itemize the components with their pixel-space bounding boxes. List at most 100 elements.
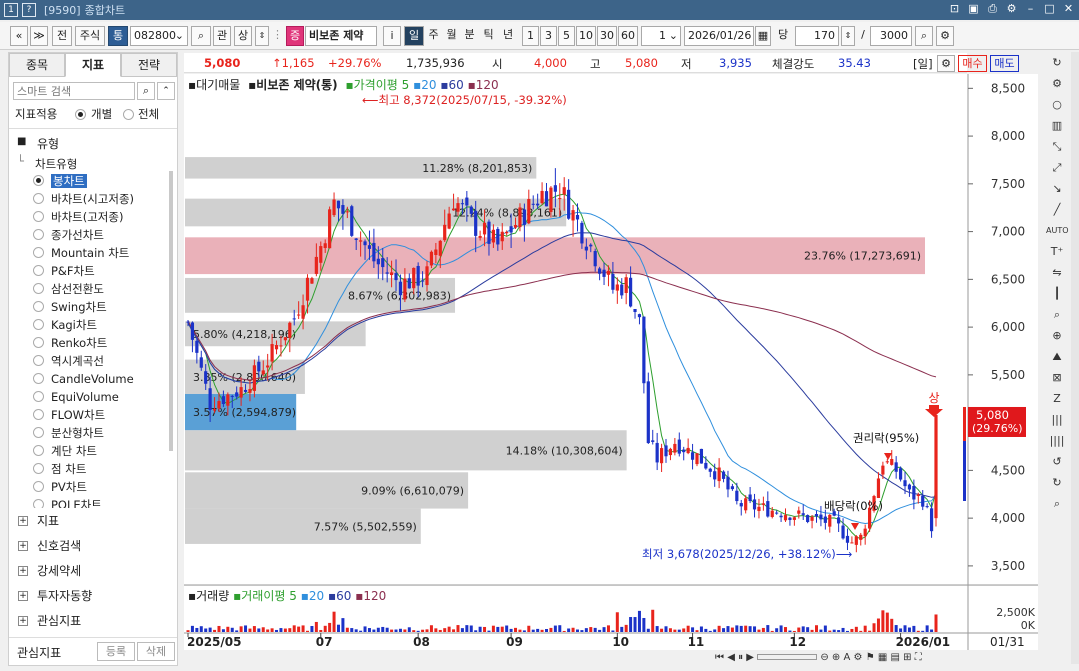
candle-body bbox=[491, 229, 495, 243]
volume-bar bbox=[359, 630, 363, 632]
volume-bar bbox=[319, 629, 323, 632]
magnifier-icon[interactable]: ⌕ bbox=[1046, 494, 1068, 514]
volume-profile-label: 11.28% (8,201,853) bbox=[422, 162, 532, 175]
scroll-next-icon[interactable]: ▶ bbox=[746, 652, 754, 663]
volume-bar bbox=[323, 625, 327, 632]
scroll-prev-icon[interactable]: ◀ bbox=[727, 652, 735, 663]
line-tool-icon[interactable]: ╱ bbox=[1046, 200, 1068, 220]
volume-bar bbox=[469, 625, 473, 632]
zoom-plus-icon[interactable]: ⊕ bbox=[1046, 326, 1068, 346]
candle-body bbox=[425, 266, 429, 286]
candle-body bbox=[770, 510, 774, 517]
cross-tool-icon[interactable]: ⤡ bbox=[1046, 137, 1068, 157]
trend-tool-icon[interactable]: ⤢ bbox=[1046, 158, 1068, 178]
volume-bar bbox=[823, 625, 827, 632]
volume-bar bbox=[301, 625, 305, 632]
volume-bar bbox=[934, 614, 938, 632]
flag-icon[interactable]: ⚑ bbox=[866, 652, 875, 663]
pattern-tool-icon[interactable]: ⇋ bbox=[1046, 263, 1068, 283]
zoom-out-icon[interactable]: ⊖ bbox=[820, 652, 828, 663]
ray-tool-icon[interactable]: ↘ bbox=[1046, 179, 1068, 199]
candle-body bbox=[854, 536, 858, 545]
x-tick-label: 07 bbox=[316, 635, 333, 649]
price-chart[interactable]: 11.28% (8,201,853) 12.24% (8,898,161) 23.7… bbox=[0, 0, 1079, 671]
candle-body bbox=[190, 322, 195, 340]
candle-body bbox=[752, 499, 757, 510]
candle-body bbox=[598, 268, 602, 274]
table-icon[interactable]: ▦ bbox=[878, 652, 887, 663]
candle-body bbox=[606, 270, 611, 275]
auto-tool-icon[interactable]: AUTO bbox=[1046, 221, 1069, 241]
legend-marker: ▪ bbox=[467, 78, 476, 92]
redo-icon[interactable]: ↻ bbox=[1046, 473, 1068, 493]
text-tool-icon[interactable]: A bbox=[844, 652, 851, 663]
zoom-in-icon[interactable]: ⊕ bbox=[832, 652, 840, 663]
candle-body bbox=[531, 203, 535, 205]
volume-bar bbox=[629, 617, 633, 632]
gear-icon[interactable]: ⚙ bbox=[1046, 74, 1068, 94]
candle-body bbox=[575, 214, 580, 220]
candle-tool-icon[interactable]: ┃ bbox=[1046, 284, 1068, 304]
pause-icon[interactable]: ⏸ bbox=[738, 652, 743, 663]
volume-bar bbox=[350, 628, 354, 632]
volume-bar bbox=[288, 628, 292, 632]
volume-bar bbox=[398, 628, 402, 632]
volume-profile-label: 3.57% (2,594,879) bbox=[193, 406, 296, 419]
vertical-scrollbar[interactable] bbox=[1071, 52, 1079, 664]
candle-body bbox=[460, 203, 465, 205]
split-tool-icon[interactable]: ⊠ bbox=[1046, 368, 1068, 388]
candle-body bbox=[350, 206, 354, 236]
candle-body bbox=[602, 269, 606, 277]
candle-body bbox=[412, 267, 416, 289]
candle-body bbox=[584, 246, 588, 251]
volume-bar bbox=[713, 629, 717, 632]
candle-body bbox=[341, 205, 345, 214]
volume-bar bbox=[806, 627, 810, 632]
fullscreen-icon[interactable]: ⛶ bbox=[915, 652, 922, 663]
volume-bar bbox=[447, 626, 451, 632]
rights-annotation: 권리락(95%) bbox=[853, 431, 919, 445]
zoom-tool-icon[interactable]: ⌕ bbox=[1046, 305, 1068, 325]
text-tool-icon[interactable]: T⁺ bbox=[1046, 242, 1068, 262]
candle-body bbox=[748, 494, 752, 502]
candle-body bbox=[221, 396, 226, 405]
refresh-icon[interactable]: ↻ bbox=[1046, 53, 1068, 73]
undo-icon[interactable]: ↺ bbox=[1046, 452, 1068, 472]
volume-bar bbox=[208, 627, 212, 632]
expand-icon[interactable]: ⊞ bbox=[903, 652, 911, 663]
text-settings-icon[interactable]: ⚙ bbox=[854, 652, 863, 663]
volume-bar bbox=[801, 626, 805, 632]
volume-bar bbox=[589, 627, 593, 632]
bars-fine-tool-icon[interactable]: |||| bbox=[1046, 431, 1068, 451]
split-icon[interactable]: ▤ bbox=[890, 652, 899, 663]
candle-body bbox=[549, 187, 553, 213]
volume-bar bbox=[186, 630, 190, 632]
candle-body bbox=[797, 510, 801, 514]
bars-tool-icon[interactable]: ||| bbox=[1046, 410, 1068, 430]
candle-body bbox=[726, 476, 730, 490]
mountain-tool-icon[interactable]: ⛰ bbox=[1046, 347, 1068, 367]
candle-body bbox=[775, 512, 779, 514]
volume-bar bbox=[810, 629, 814, 632]
volume-bar bbox=[283, 628, 287, 632]
circle-icon[interactable]: ○ bbox=[1046, 95, 1068, 115]
legend-marker: ▪ bbox=[233, 589, 242, 603]
volume-bar bbox=[624, 624, 628, 632]
volume-bar bbox=[907, 627, 911, 632]
chart-icon[interactable]: ▥ bbox=[1046, 116, 1068, 136]
volume-profile-label: 14.18% (10,308,604) bbox=[506, 444, 623, 457]
candle-body bbox=[553, 185, 557, 192]
zigzag-tool-icon[interactable]: Z bbox=[1046, 389, 1068, 409]
candle-body bbox=[336, 200, 341, 209]
volume-bar bbox=[744, 625, 748, 632]
candle-body bbox=[863, 528, 867, 537]
volume-bar bbox=[297, 626, 301, 632]
candle-body bbox=[235, 392, 239, 397]
candle-body bbox=[257, 361, 261, 372]
scroll-first-icon[interactable]: ⏮ bbox=[715, 652, 724, 663]
candle-body bbox=[451, 208, 456, 211]
y-tick-label: 6,000 bbox=[991, 320, 1025, 334]
volume-bar bbox=[664, 626, 668, 632]
volume-bar bbox=[491, 625, 495, 632]
scroll-slider[interactable] bbox=[757, 654, 818, 660]
